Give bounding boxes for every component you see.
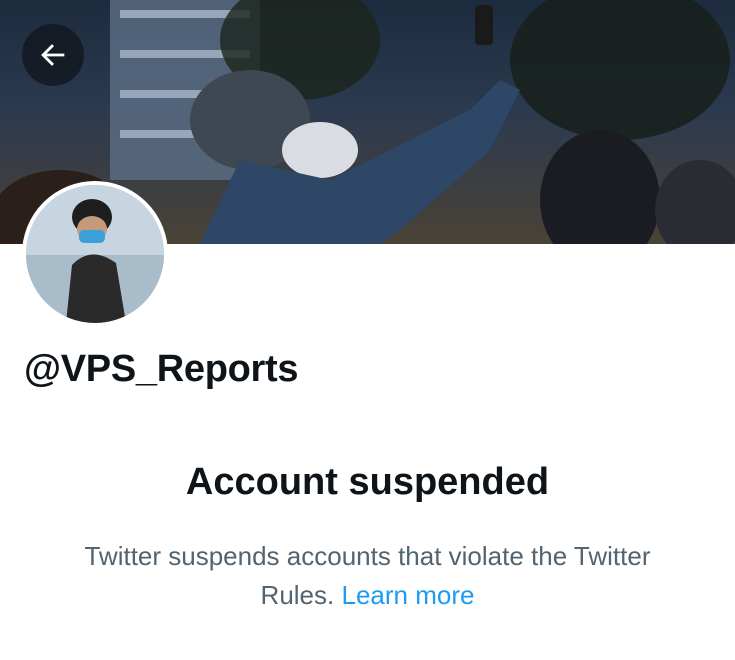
suspended-title: Account suspended xyxy=(185,461,550,503)
avatar[interactable] xyxy=(22,181,168,327)
learn-more-link[interactable]: Learn more xyxy=(341,580,474,610)
arrow-left-icon xyxy=(41,44,65,66)
avatar-photo xyxy=(26,185,164,323)
back-button[interactable] xyxy=(22,24,84,86)
profile-handle: @VPS_Reports xyxy=(24,348,299,390)
suspended-description: Twitter suspends accounts that violate t… xyxy=(80,537,655,615)
